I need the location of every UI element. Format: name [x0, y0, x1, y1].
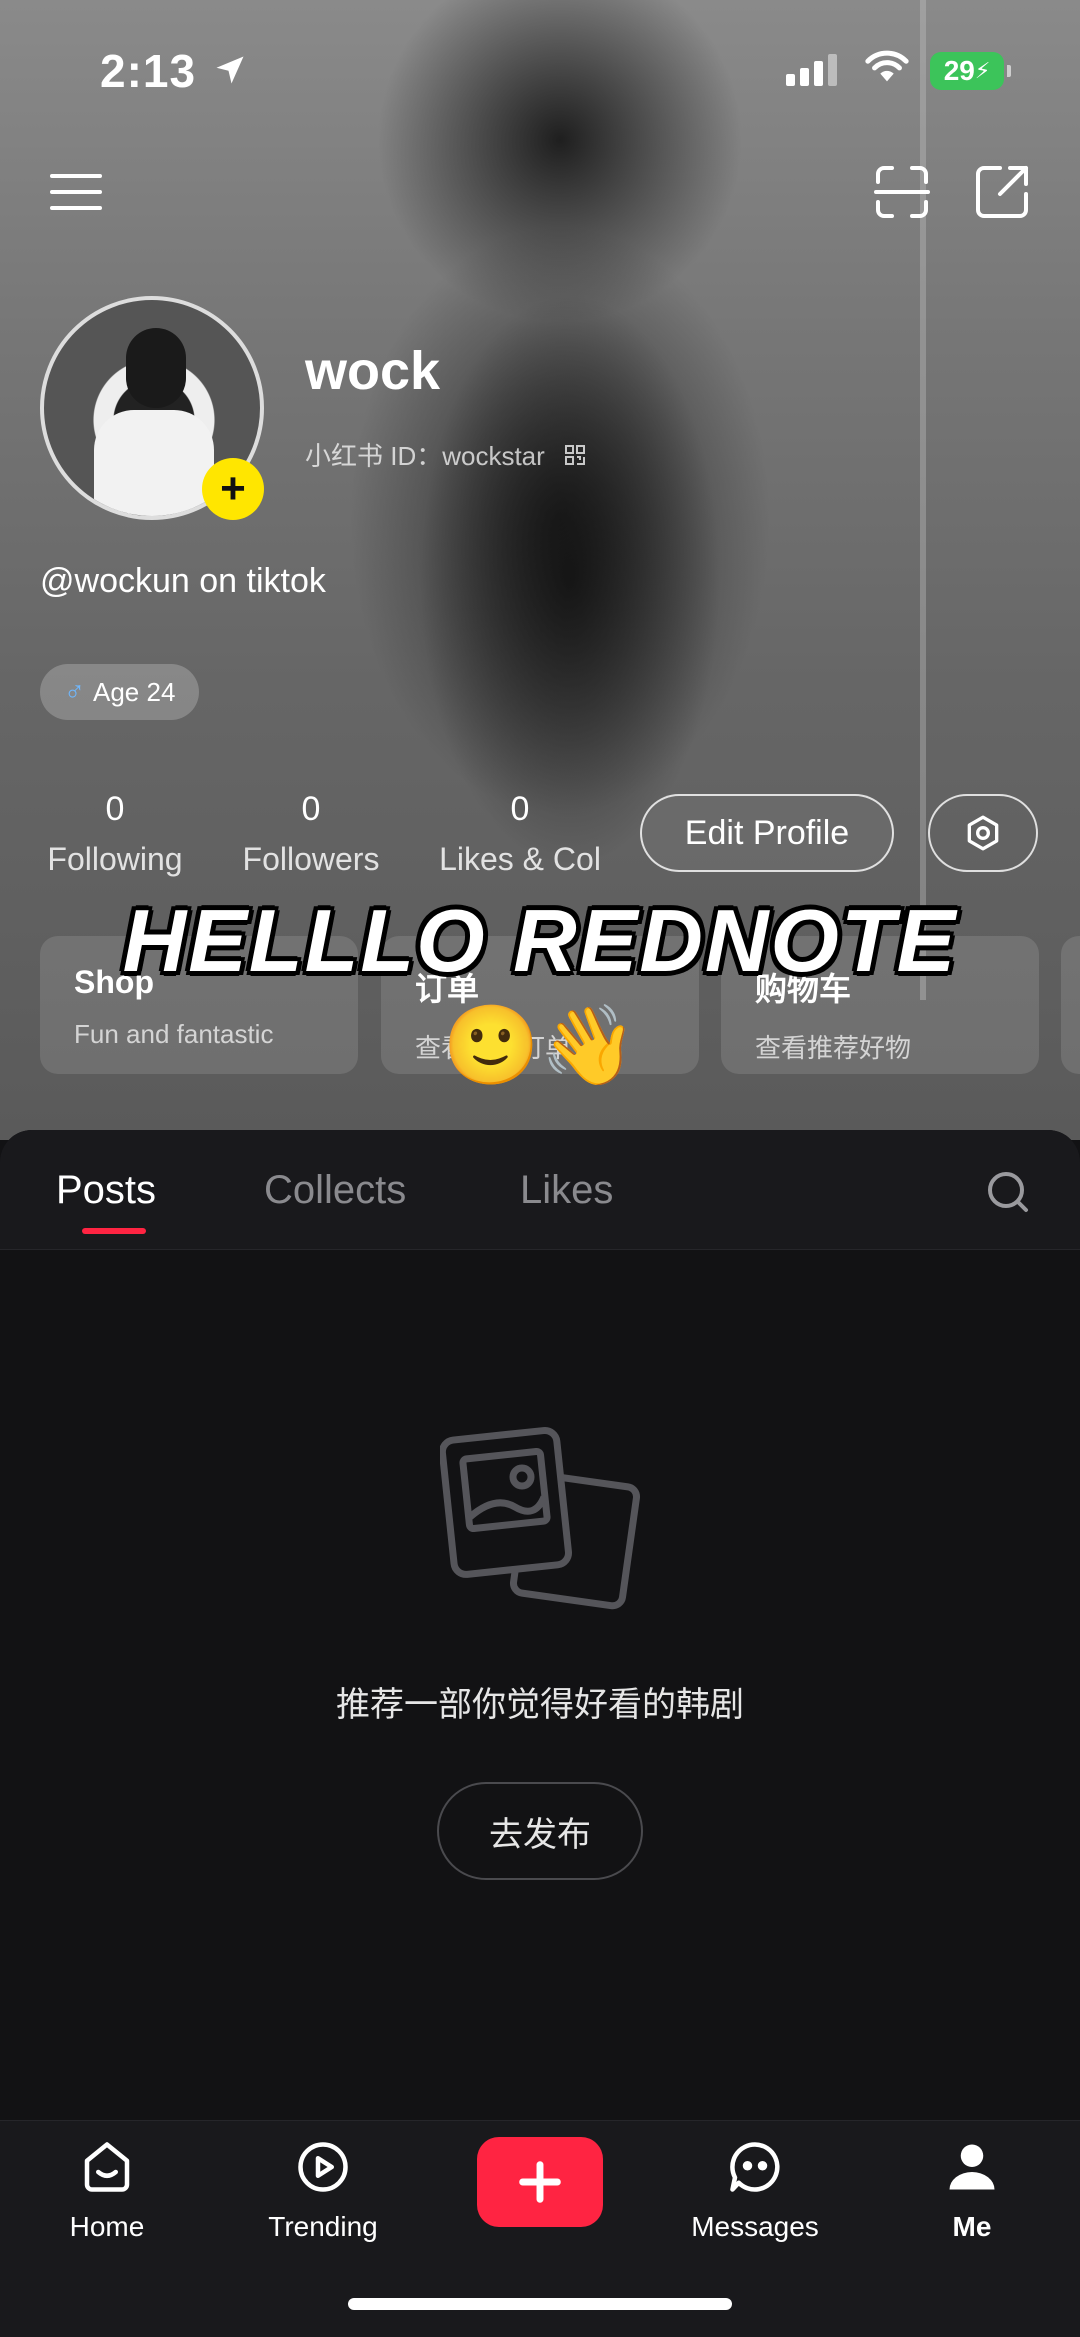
overlay-caption: HELLLO REDNOTE: [122, 891, 958, 990]
tab-collects[interactable]: Collects: [264, 1168, 406, 1213]
status-time: 2:13: [100, 45, 197, 97]
male-gender-icon: ♂: [64, 676, 85, 707]
stat-likes-collects[interactable]: 0 Likes & Col: [430, 790, 610, 878]
battery-indicator: 29 ⚡: [930, 52, 1011, 90]
home-icon: [84, 2142, 130, 2192]
location-arrow-icon: [216, 56, 244, 84]
avatar-photo-head: [126, 328, 186, 408]
wifi-icon: [865, 50, 909, 82]
cellular-signal-icon: [786, 52, 837, 86]
stat-following[interactable]: 0 Following: [40, 790, 190, 878]
age-tag: ♂ Age 24: [40, 664, 200, 720]
qr-code-icon[interactable]: [563, 443, 587, 467]
background-photo-figure: [360, 120, 780, 1020]
nav-home[interactable]: Home: [27, 2137, 187, 2243]
gear-icon: [967, 815, 999, 851]
share-icon[interactable]: [970, 160, 1034, 224]
search-icon[interactable]: [984, 1168, 1032, 1216]
stat-followers[interactable]: 0 Followers: [236, 790, 386, 878]
stat-followers-label: Followers: [242, 841, 380, 877]
add-avatar-button[interactable]: +: [202, 458, 264, 520]
username: wock: [305, 341, 441, 401]
content-panel: Posts Collects Likes: [0, 1130, 1080, 2120]
stat-following-label: Following: [47, 841, 183, 877]
user-id-line: 小红书 ID：wockstar: [305, 436, 587, 473]
stat-followers-count: 0: [301, 790, 321, 828]
stat-likes-label: Likes & Col: [439, 841, 601, 877]
overlay-emoji: 🙂👋: [442, 1001, 638, 1089]
publish-button[interactable]: 去发布: [437, 1782, 643, 1880]
nav-messages[interactable]: Messages: [675, 2137, 835, 2243]
background-wall-line: [920, 0, 926, 1000]
tab-likes[interactable]: Likes: [520, 1168, 613, 1213]
nav-trending-label: Trending: [268, 2211, 378, 2242]
photo-stack-icon: [440, 1426, 641, 1610]
create-post-button[interactable]: [477, 2137, 603, 2227]
avatar-photo-shirt: [94, 410, 214, 516]
edit-profile-button[interactable]: Edit Profile: [640, 794, 894, 872]
bio-text: @wockun on tiktok: [40, 562, 326, 600]
chat-bubble-icon: [730, 2142, 780, 2192]
nav-messages-label: Messages: [691, 2211, 819, 2242]
nav-home-label: Home: [69, 2211, 145, 2242]
content-tabs: Posts Collects Likes: [0, 1130, 1080, 1250]
battery-level: 29: [943, 55, 975, 86]
nav-me-label: Me: [952, 2211, 992, 2242]
nav-me[interactable]: Me: [892, 2137, 1052, 2243]
home-indicator: [348, 2298, 732, 2310]
tab-posts[interactable]: Posts: [56, 1168, 156, 1213]
empty-state-message: 推荐一部你觉得好看的韩剧: [336, 1685, 744, 1725]
user-id: 小红书 ID：wockstar: [305, 441, 545, 471]
age-label: Age 24: [93, 676, 176, 707]
plus-icon: [519, 2161, 561, 2203]
stat-following-count: 0: [105, 790, 125, 828]
scan-icon[interactable]: [870, 160, 934, 224]
person-icon: [949, 2144, 995, 2190]
play-icon: [298, 2142, 348, 2192]
menu-icon[interactable]: [44, 160, 108, 224]
settings-button[interactable]: [928, 794, 1038, 872]
active-tab-indicator: [82, 1228, 146, 1234]
status-bar: 2:13 29 ⚡: [0, 44, 1080, 104]
nav-trending[interactable]: Trending: [243, 2137, 403, 2243]
stat-likes-count: 0: [510, 790, 530, 828]
